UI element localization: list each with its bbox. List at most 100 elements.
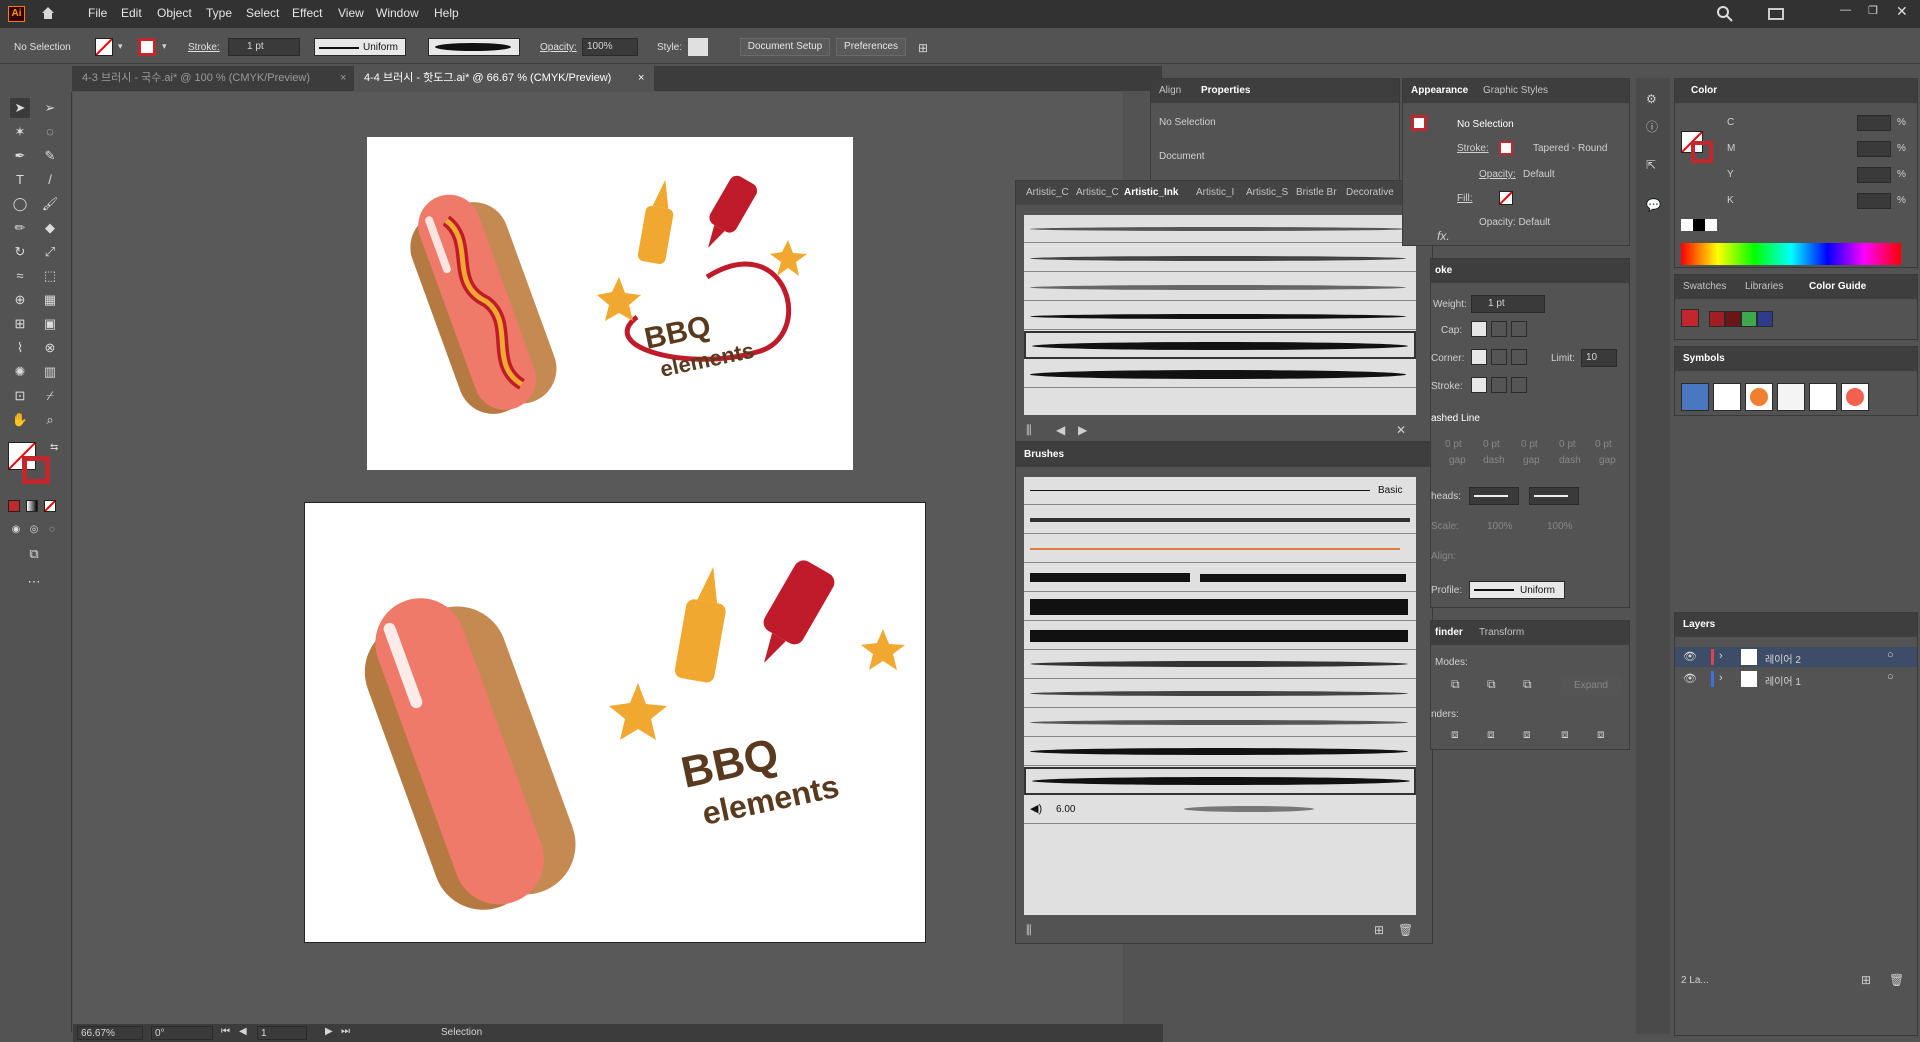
curvature-tool-icon[interactable]: ✎ — [40, 146, 60, 166]
channel-m-input[interactable] — [1857, 141, 1891, 157]
tab-stroke[interactable]: oke — [1435, 265, 1452, 276]
dash-value-5[interactable]: 0 pt — [1595, 439, 1612, 450]
eraser-icon[interactable]: ◆ — [40, 218, 60, 238]
tab-artistic-1[interactable]: Artistic_C — [1026, 187, 1069, 198]
tab-brushes[interactable]: Brushes — [1024, 449, 1064, 460]
brush-row[interactable] — [1024, 622, 1416, 650]
color-mode-color[interactable] — [8, 500, 20, 512]
prev-library-icon[interactable]: ◀ — [1056, 423, 1065, 437]
appearance-opacity-label[interactable]: Opacity: — [1479, 169, 1516, 180]
stroke-limit-input[interactable]: 10 — [1581, 349, 1617, 367]
draw-behind-icon[interactable]: ◎ — [24, 520, 44, 540]
white-swatch[interactable] — [1705, 219, 1717, 231]
trim-icon[interactable]: ⧈ — [1487, 727, 1495, 742]
more-tools-icon[interactable]: ⋯ — [24, 572, 44, 592]
column-graph-icon[interactable]: ▥ — [40, 362, 60, 382]
brush-row-selected[interactable] — [1024, 767, 1416, 795]
brushes-list[interactable]: Basic ◀) 6.00 — [1024, 477, 1416, 915]
fill-swatch[interactable] — [95, 38, 113, 56]
channel-c-input[interactable] — [1857, 115, 1891, 131]
shape-builder-icon[interactable]: ⊕ — [10, 290, 30, 310]
black-swatch[interactable] — [1693, 219, 1705, 231]
expand-icon[interactable]: › — [1719, 672, 1723, 684]
arrange-icon[interactable]: ⊞ — [918, 41, 928, 55]
library-menu-icon[interactable]: ⫼ — [1026, 423, 1032, 438]
rotate-tool-icon[interactable]: ↻ — [10, 242, 30, 262]
type-tool-icon[interactable]: T — [10, 170, 30, 190]
next-artboard-icon[interactable]: ▶ — [325, 1026, 333, 1037]
tab-decorative[interactable]: Decorative — [1346, 187, 1394, 198]
brush-row[interactable] — [1024, 506, 1416, 534]
tab-bristle[interactable]: Bristle Br — [1296, 187, 1337, 198]
pencil-icon[interactable]: ✏ — [10, 218, 30, 238]
layer-row[interactable]: 👁 › 레이어 2 ○ — [1675, 647, 1917, 667]
appearance-fill-swatch[interactable] — [1499, 191, 1513, 205]
brush-row[interactable] — [1024, 273, 1416, 301]
outline-icon[interactable]: ⧈ — [1597, 727, 1605, 742]
document-setup-button[interactable]: Document Setup — [740, 38, 830, 56]
draw-mode-icon[interactable]: ◉ — [6, 520, 26, 540]
symbol-item[interactable] — [1809, 383, 1837, 411]
artboard-1[interactable]: BBQ elements — [367, 137, 853, 470]
brush-row[interactable] — [1024, 360, 1416, 388]
symbol-item[interactable] — [1745, 383, 1773, 411]
layer-row[interactable]: 👁 › 레이어 1 ○ — [1675, 669, 1917, 689]
cap-square-icon[interactable] — [1511, 321, 1527, 337]
paintbrush-icon[interactable]: 🖌 — [40, 194, 60, 214]
guide-swatch[interactable] — [1757, 311, 1773, 327]
brush-row[interactable] — [1024, 651, 1416, 679]
guide-swatch[interactable] — [1725, 311, 1741, 327]
draw-inside-icon[interactable]: ◌ — [42, 520, 62, 540]
brush-size-row[interactable]: ◀) 6.00 — [1024, 796, 1416, 824]
dash-value-4[interactable]: 0 pt — [1559, 439, 1576, 450]
cap-round-icon[interactable] — [1491, 321, 1507, 337]
stroke-weight-field[interactable]: 1 pt — [228, 38, 300, 56]
search-icon[interactable] — [1717, 6, 1733, 25]
tab-artistic-ink[interactable]: Artistic_Ink — [1124, 187, 1178, 198]
preferences-button[interactable]: Preferences — [836, 38, 906, 56]
stroke-label[interactable]: Stroke: — [188, 42, 220, 53]
artboard-tool-icon[interactable]: ⊡ — [10, 386, 30, 406]
guide-swatch[interactable] — [1709, 311, 1725, 327]
close-icon[interactable]: × — [638, 66, 644, 91]
eye-icon[interactable]: 👁 — [1683, 650, 1697, 663]
next-library-icon[interactable]: ▶ — [1078, 423, 1087, 437]
brush-row[interactable] — [1024, 564, 1416, 592]
guide-swatch[interactable] — [1741, 311, 1757, 327]
stroke-weight-input[interactable]: 1 pt — [1471, 295, 1545, 313]
brush-basic[interactable]: Basic — [1024, 477, 1416, 505]
stroke-box[interactable] — [22, 456, 50, 484]
slice-tool-icon[interactable]: ⌿ — [40, 386, 60, 406]
appearance-stroke-label[interactable]: Stroke: — [1457, 143, 1489, 154]
layer-name[interactable]: 레이어 1 — [1765, 673, 1801, 688]
channel-y-input[interactable] — [1857, 167, 1891, 183]
dashed-line-label[interactable]: ashed Line — [1431, 413, 1480, 424]
corner-round-icon[interactable] — [1491, 349, 1507, 365]
tab-artistic-4[interactable]: Artistic_S — [1246, 187, 1288, 198]
channel-k-input[interactable] — [1857, 193, 1891, 209]
color-mode-gradient[interactable] — [26, 500, 38, 512]
brush-library-menu-icon[interactable]: ⫼ — [1026, 923, 1032, 938]
brush-row[interactable] — [1024, 244, 1416, 272]
scale-start-value[interactable]: 100% — [1487, 521, 1513, 532]
corner-miter-icon[interactable] — [1471, 349, 1487, 365]
tab-layers[interactable]: Layers — [1683, 619, 1715, 630]
tab-color-guide[interactable]: Color Guide — [1809, 281, 1866, 292]
brush-list[interactable] — [1024, 215, 1416, 415]
chevron-down-icon[interactable]: ▾ — [118, 41, 123, 52]
appearance-dock-icon[interactable]: ⚙ — [1646, 92, 1657, 106]
zoom-tool-icon[interactable]: ⌕ — [40, 410, 60, 430]
delete-brush-icon[interactable]: 🗑 — [1398, 923, 1413, 937]
swap-icon[interactable]: ⇆ — [50, 442, 58, 453]
menu-object[interactable]: Object — [157, 6, 192, 20]
none-swatch[interactable] — [1681, 219, 1693, 231]
menu-help[interactable]: Help — [434, 6, 459, 20]
brush-definition-select[interactable] — [428, 38, 520, 56]
home-icon[interactable] — [40, 5, 56, 21]
tab-artistic-2[interactable]: Artistic_C — [1076, 187, 1119, 198]
appearance-stroke-value[interactable]: Tapered - Round — [1533, 143, 1608, 154]
expand-icon[interactable]: › — [1719, 650, 1723, 662]
menu-file[interactable]: File — [88, 6, 107, 20]
tab-pathfinder[interactable]: finder — [1435, 627, 1463, 638]
gradient-tool-icon[interactable]: ▣ — [40, 314, 60, 334]
